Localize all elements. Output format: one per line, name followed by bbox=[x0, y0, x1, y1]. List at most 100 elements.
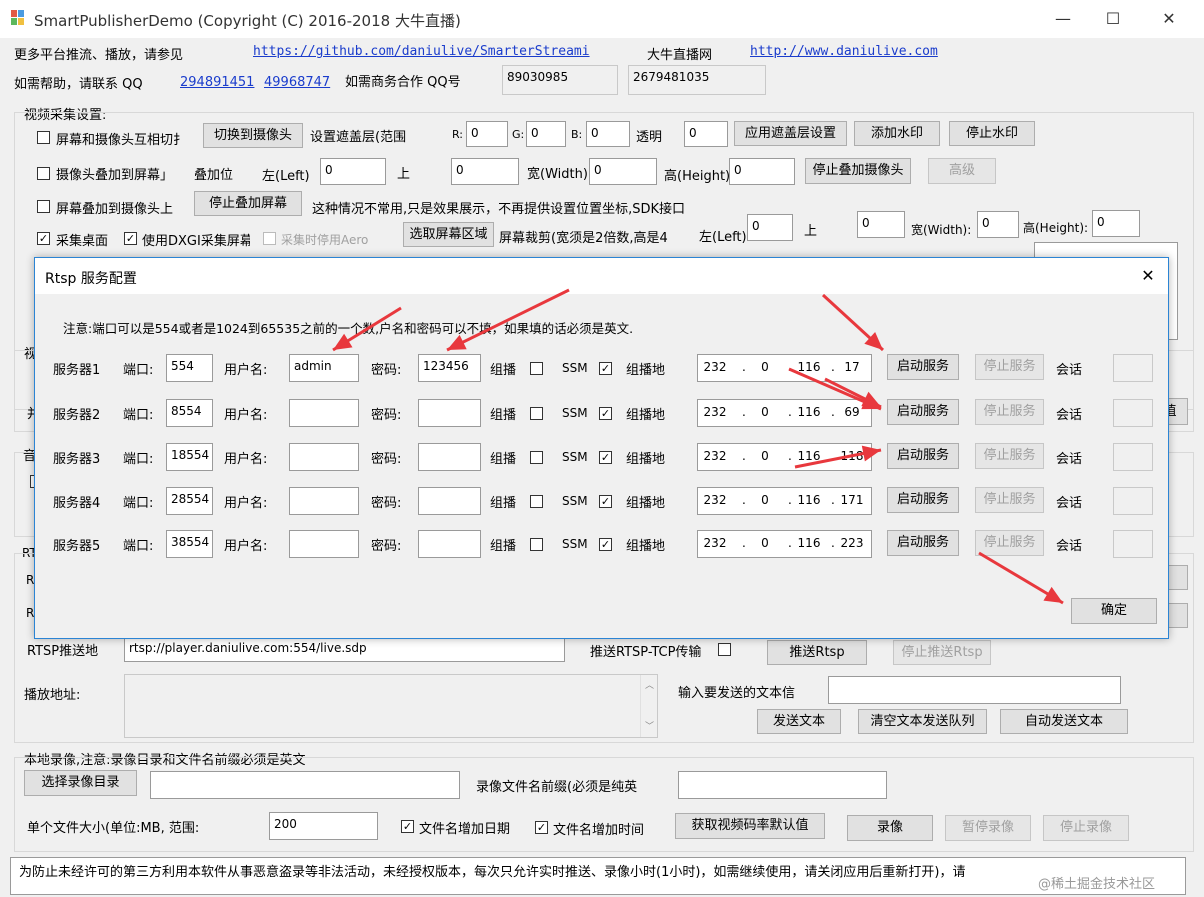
status-text: 为防止未经许可的第三方利用本软件从事恶意盗录等非法活动，未经授权版本，每次只允许… bbox=[19, 865, 966, 880]
g-label: G: bbox=[512, 128, 525, 141]
add-time-label: 文件名增加时间 bbox=[553, 823, 645, 838]
github-link[interactable]: https://github.com/daniulive/SmarterStre… bbox=[253, 44, 590, 59]
annotation-arrow-head bbox=[861, 445, 881, 462]
crop-left-label: 左(Left): bbox=[699, 230, 751, 245]
select-record-dir-button[interactable]: 选择录像目录 bbox=[24, 770, 137, 796]
get-bitrate-button[interactable]: 获取视频码率默认值 bbox=[675, 813, 825, 839]
annotation-arrow-head bbox=[1043, 586, 1063, 603]
bg-button-1[interactable] bbox=[1168, 565, 1188, 590]
mask-label: 设置遮盖层(范围 bbox=[310, 130, 407, 145]
send-text-input[interactable] bbox=[828, 676, 1121, 704]
select-screen-region-button[interactable]: 选取屏幕区域 bbox=[403, 222, 494, 247]
alpha-label: 透明 bbox=[636, 130, 663, 145]
crop-top-input[interactable]: 0 bbox=[857, 211, 905, 238]
camera-overlay-screen-checkbox[interactable] bbox=[37, 167, 50, 180]
rtsp-url-input[interactable]: rtsp://player.daniulive.com:554/live.sdp bbox=[124, 636, 565, 662]
qq2-link[interactable]: 49968747 bbox=[264, 75, 330, 90]
stop-record-button[interactable]: 停止录像 bbox=[1043, 815, 1129, 841]
annotation-arrow-head bbox=[333, 333, 353, 350]
b-input[interactable]: 0 bbox=[586, 121, 630, 147]
send-text-button[interactable]: 发送文本 bbox=[757, 709, 841, 734]
crop-width-label: 宽(Width): bbox=[911, 223, 972, 237]
apply-mask-button[interactable]: 应用遮盖层设置 bbox=[734, 121, 847, 146]
camera-overlay-screen-label: 摄像头叠加到屏幕」 bbox=[56, 168, 174, 183]
text-input-label: 输入要发送的文本信 bbox=[678, 686, 796, 701]
record-prefix-input[interactable] bbox=[678, 771, 887, 799]
capture-desktop-label: 采集桌面 bbox=[56, 234, 109, 249]
add-date-label: 文件名增加日期 bbox=[419, 822, 511, 837]
crop-width-input[interactable]: 0 bbox=[977, 211, 1019, 238]
record-prefix-label: 录像文件名前缀(必须是纯英 bbox=[476, 780, 638, 795]
status-bar: 为防止未经许可的第三方利用本软件从事恶意盗录等非法活动，未经授权版本，每次只允许… bbox=[10, 857, 1186, 895]
overlay-top-input[interactable]: 0 bbox=[451, 158, 519, 185]
stop-watermark-button[interactable]: 停止水印 bbox=[949, 121, 1035, 146]
more-platforms-label: 更多平台推流、播放，请参见 bbox=[14, 48, 184, 63]
g-input[interactable]: 0 bbox=[526, 121, 566, 147]
advanced-button[interactable]: 高级 bbox=[928, 158, 996, 184]
capture-desktop-checkbox[interactable]: ✓ bbox=[37, 232, 50, 245]
scroll-up-icon[interactable]: ︿ bbox=[645, 678, 654, 691]
overlay-left-label: 左(Left) bbox=[262, 169, 310, 184]
help-label: 如需帮助，请联系 QQ bbox=[14, 77, 143, 92]
clear-text-queue-button[interactable]: 清空文本发送队列 bbox=[858, 709, 987, 734]
crop-top-label: 上 bbox=[804, 224, 818, 239]
rtsp-push-label: RTSP推送地 bbox=[27, 644, 99, 659]
annotation-arrows bbox=[332, 288, 1064, 605]
overlay-left-input[interactable]: 0 bbox=[320, 158, 386, 185]
biz-qq1-field[interactable]: 89030985 bbox=[502, 65, 618, 95]
watermark-text: @稀土掘金技术社区 bbox=[1038, 877, 1156, 892]
add-watermark-button[interactable]: 添加水印 bbox=[854, 121, 940, 146]
business-label: 如需商务合作 QQ号 bbox=[345, 75, 461, 90]
use-dxgi-checkbox[interactable]: ✓ bbox=[124, 232, 137, 245]
app-icon bbox=[10, 9, 26, 27]
add-date-checkbox[interactable]: ✓ bbox=[401, 820, 414, 833]
stop-push-rtsp-button[interactable]: 停止推送Rtsp bbox=[893, 640, 991, 665]
play-address-scrollbar[interactable]: ︿ ﹀ bbox=[640, 675, 657, 737]
stop-overlay-screen-button[interactable]: 停止叠加屏幕 bbox=[194, 191, 302, 216]
switch-screen-camera-label: 屏幕和摄像头互相切扌 bbox=[56, 133, 187, 148]
bg-button-2[interactable] bbox=[1168, 603, 1188, 628]
site-link[interactable]: http://www.daniulive.com bbox=[750, 44, 938, 59]
file-size-label: 单个文件大小(单位:MB, 范围: bbox=[27, 821, 200, 836]
r-input[interactable]: 0 bbox=[466, 121, 508, 147]
alpha-input[interactable]: 0 bbox=[684, 121, 728, 147]
pause-record-button[interactable]: 暂停录像 bbox=[945, 815, 1031, 841]
stop-overlay-camera-button[interactable]: 停止叠加摄像头 bbox=[805, 158, 911, 184]
push-rtsp-button[interactable]: 推送Rtsp bbox=[767, 640, 867, 665]
scroll-down-icon[interactable]: ﹀ bbox=[645, 719, 654, 732]
switch-camera-button[interactable]: 切换到摄像头 bbox=[203, 123, 303, 148]
crop-height-input[interactable]: 0 bbox=[1092, 210, 1140, 237]
title-bar: SmartPublisherDemo (Copyright (C) 2016-2… bbox=[0, 0, 1204, 38]
overlay-width-input[interactable]: 0 bbox=[589, 158, 657, 185]
screen-overlay-camera-checkbox[interactable] bbox=[37, 200, 50, 213]
crop-left-input[interactable]: 0 bbox=[747, 214, 793, 241]
disable-aero-checkbox[interactable] bbox=[263, 232, 276, 245]
use-dxgi-label: 使用DXGI采集屏幕 bbox=[142, 234, 250, 249]
overlay-top-label: 上 bbox=[397, 167, 411, 182]
overlay-width-label: 宽(Width) bbox=[527, 167, 588, 182]
play-address-textarea[interactable]: ︿ ﹀ bbox=[124, 674, 658, 738]
maximize-button[interactable]: ☐ bbox=[1090, 0, 1136, 38]
rtsp-config-dialog: Rtsp 服务配置 ✕ 注意:端口可以是554或者是1024到65535之前的一… bbox=[34, 257, 1169, 639]
disable-aero-label: 采集时停用Aero bbox=[281, 233, 369, 247]
record-dir-input[interactable] bbox=[150, 771, 460, 799]
qq1-link[interactable]: 294891451 bbox=[180, 75, 254, 90]
file-size-input[interactable]: 200 bbox=[269, 812, 378, 840]
minimize-button[interactable]: — bbox=[1040, 0, 1086, 38]
window-title: SmartPublisherDemo (Copyright (C) 2016-2… bbox=[34, 12, 461, 30]
add-time-checkbox[interactable]: ✓ bbox=[535, 821, 548, 834]
overlay-pos-label: 叠加位 bbox=[194, 168, 234, 183]
annotation-arrow-line bbox=[446, 288, 570, 352]
play-address-label: 播放地址: bbox=[24, 688, 81, 703]
switch-screen-camera-checkbox[interactable] bbox=[37, 131, 50, 144]
record-button[interactable]: 录像 bbox=[847, 815, 933, 841]
biz-qq2-field[interactable]: 2679481035 bbox=[628, 65, 766, 95]
close-button[interactable]: ✕ bbox=[1146, 0, 1192, 38]
b-label: B: bbox=[571, 128, 583, 141]
rtsp-tcp-checkbox[interactable] bbox=[718, 643, 731, 656]
auto-send-text-button[interactable]: 自动发送文本 bbox=[1000, 709, 1128, 734]
arrow-group bbox=[332, 288, 1064, 605]
overlay-height-label: 高(Height) bbox=[664, 169, 731, 184]
overlay-height-input[interactable]: 0 bbox=[729, 158, 795, 185]
crop-height-label: 高(Height): bbox=[1023, 221, 1089, 235]
